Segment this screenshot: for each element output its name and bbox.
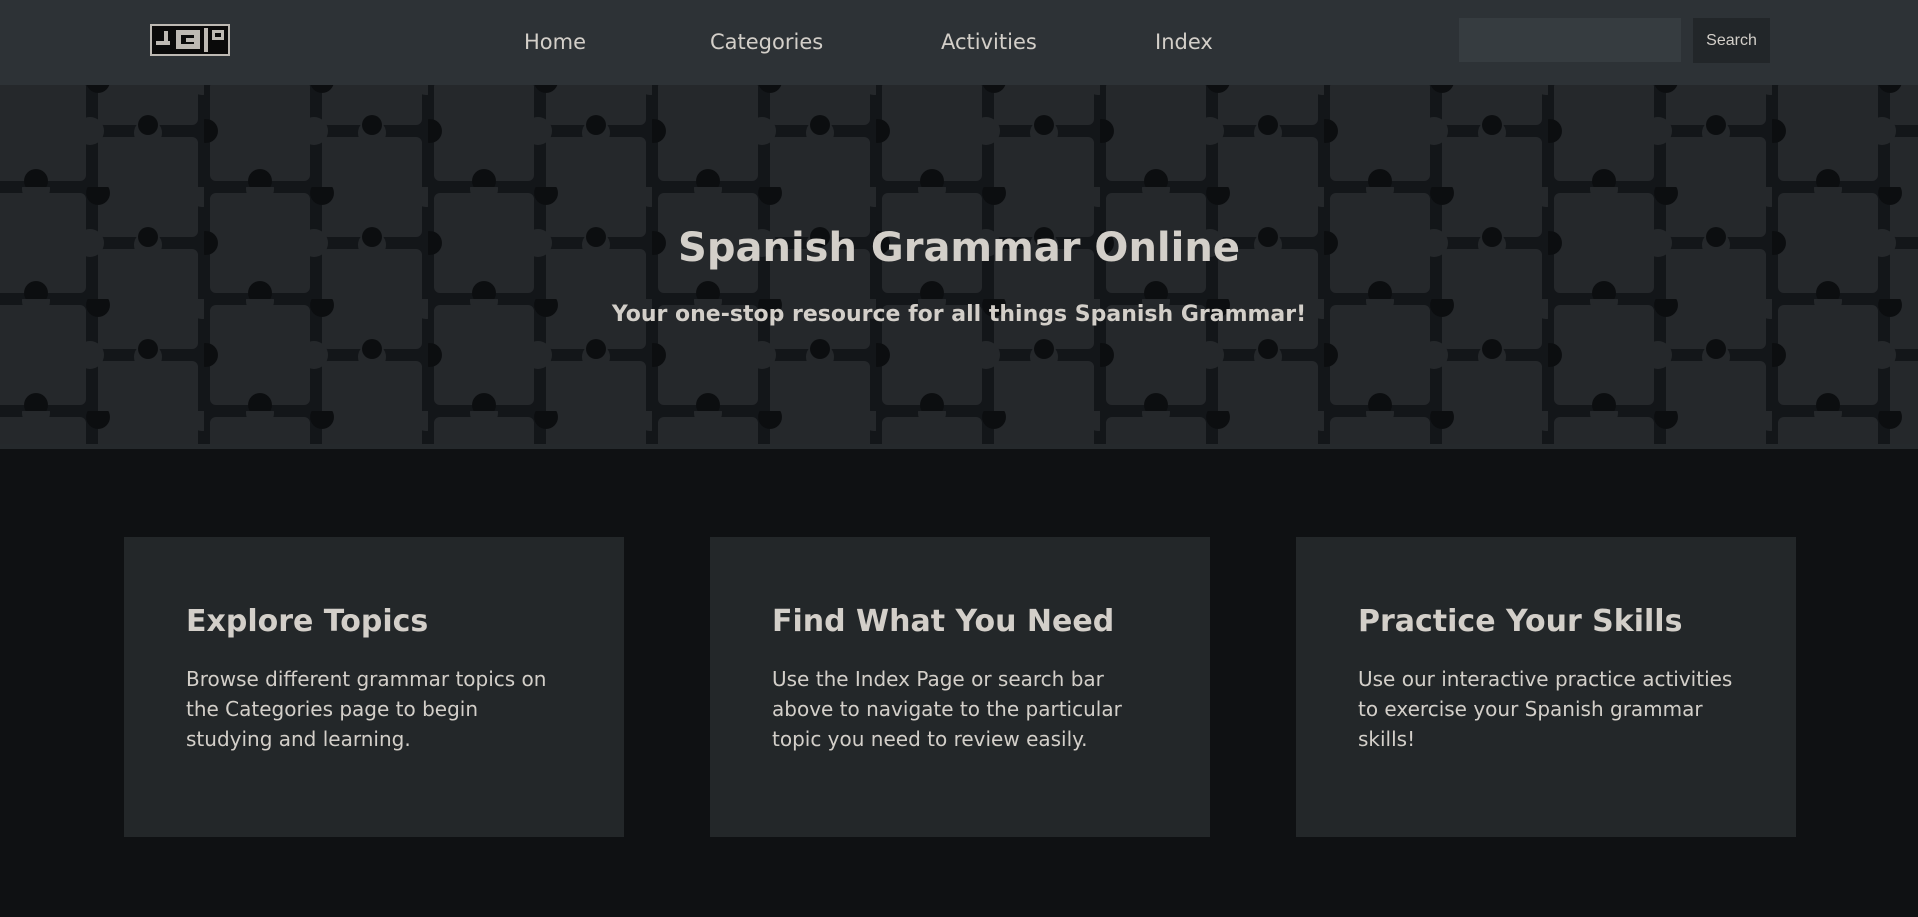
- hero-banner: Spanish Grammar Online Your one-stop res…: [0, 85, 1918, 446]
- nav-link-activities[interactable]: Activities: [941, 28, 1037, 56]
- navbar: Home Categories Activities Index Search: [0, 0, 1918, 85]
- card-text: Browse different grammar topics on the C…: [186, 667, 547, 751]
- card-find-what-you-need: Find What You Need Use the Index Page or…: [710, 537, 1210, 837]
- site-logo[interactable]: [150, 24, 230, 56]
- card-practice-your-skills: Practice Your Skills Use our interactive…: [1296, 537, 1796, 837]
- card-title: Practice Your Skills: [1358, 604, 1683, 639]
- card-explore-topics: Explore Topics Browse different grammar …: [124, 537, 624, 837]
- hero-title: Spanish Grammar Online: [678, 225, 1240, 271]
- hero-subtitle: Your one-stop resource for all things Sp…: [611, 302, 1307, 327]
- search-button[interactable]: Search: [1693, 18, 1770, 63]
- card-text: Use our interactive practice activities …: [1358, 667, 1733, 751]
- card-title: Find What You Need: [772, 604, 1115, 639]
- nav-link-categories[interactable]: Categories: [710, 28, 823, 56]
- search-input[interactable]: [1459, 18, 1681, 62]
- nav-link-home[interactable]: Home: [524, 28, 586, 56]
- card-text: Use the Index Page or search bar above t…: [772, 667, 1122, 751]
- card-title: Explore Topics: [186, 604, 429, 639]
- hero-divider: [0, 444, 1918, 449]
- nav-link-index[interactable]: Index: [1155, 28, 1213, 56]
